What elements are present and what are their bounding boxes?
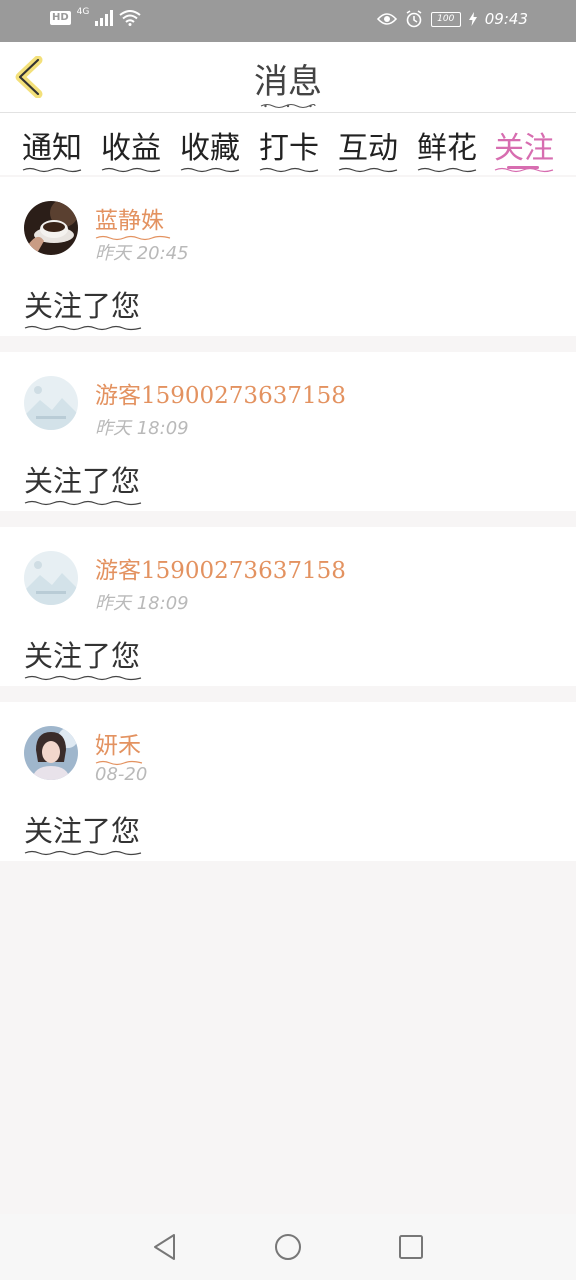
- status-bar: HD 4G 100 09:43: [0, 0, 576, 42]
- action-flourish: [24, 500, 142, 506]
- tab-flourish: [338, 167, 398, 173]
- tab-label: 通知: [22, 131, 82, 166]
- tab-flourish: [417, 167, 477, 173]
- eye-icon: [376, 13, 397, 25]
- title-flourish: [260, 103, 316, 109]
- action-text: 关注了您: [24, 458, 142, 506]
- username-text: 蓝静姝: [95, 208, 164, 234]
- tab-flowers[interactable]: 鲜花: [412, 123, 482, 173]
- action-label: 关注了您: [24, 639, 141, 673]
- circle-home-icon: [275, 1234, 301, 1260]
- square-recents-icon: [399, 1235, 423, 1259]
- tab-label: 收益: [101, 131, 161, 166]
- avatar[interactable]: [24, 551, 78, 605]
- signal-icon: [95, 10, 114, 26]
- action-text: 关注了您: [24, 808, 142, 856]
- message-card[interactable]: 游客15900273637158 昨天 18:09 关注了您: [0, 527, 576, 686]
- action-text: 关注了您: [24, 283, 142, 331]
- status-right: 100 09:43: [376, 10, 528, 28]
- tab-flourish: [180, 167, 240, 173]
- tab-interaction[interactable]: 互动: [333, 123, 403, 173]
- tab-earnings[interactable]: 收益: [96, 123, 166, 173]
- default-landscape-avatar-icon: [24, 551, 78, 605]
- username[interactable]: 游客15900273637158: [95, 376, 346, 410]
- alarm-icon: [406, 10, 422, 28]
- tab-label: 鲜花: [417, 131, 477, 166]
- active-tab-indicator: [507, 166, 539, 169]
- timestamp: 昨天 18:09: [95, 418, 189, 439]
- status-left: HD 4G: [50, 7, 141, 26]
- portrait-photo-icon: [24, 726, 78, 780]
- message-card[interactable]: 妍禾 08-20 关注了您: [0, 702, 576, 861]
- action-flourish: [24, 675, 142, 681]
- page-title: 消息: [0, 54, 576, 109]
- tab-label: 收藏: [180, 131, 240, 166]
- tab-notice[interactable]: 通知: [17, 123, 87, 173]
- tab-flourish: [101, 167, 161, 173]
- battery-icon: 100: [430, 11, 461, 27]
- action-flourish: [24, 325, 142, 331]
- tab-label: 打卡: [259, 131, 319, 166]
- timestamp: 08-20: [95, 764, 148, 785]
- avatar[interactable]: [24, 201, 78, 255]
- nav-recents-button[interactable]: [396, 1232, 426, 1262]
- message-card[interactable]: 游客15900273637158 昨天 18:09 关注了您: [0, 352, 576, 511]
- message-card[interactable]: 蓝静姝 昨天 20:45 关注了您: [0, 177, 576, 336]
- wifi-icon: [119, 10, 141, 26]
- timestamp: 昨天 18:09: [95, 593, 189, 614]
- action-label: 关注了您: [24, 289, 141, 323]
- avatar[interactable]: [24, 726, 78, 780]
- nav-back-button[interactable]: [150, 1232, 180, 1262]
- tab-favorites[interactable]: 收藏: [175, 123, 245, 173]
- network-type: 4G: [76, 7, 90, 17]
- hd-badge: HD: [50, 11, 71, 25]
- username[interactable]: 妍禾: [95, 726, 143, 766]
- tab-bar: 通知 收益 收藏 打卡 互动 鲜花 关注: [0, 113, 576, 175]
- tab-label: 互动: [338, 131, 398, 166]
- tab-label: 关注: [494, 131, 554, 166]
- tab-flourish: [22, 167, 82, 173]
- action-label: 关注了您: [24, 814, 141, 848]
- nav-home-button[interactable]: [273, 1232, 303, 1262]
- triangle-back-icon: [154, 1234, 175, 1260]
- default-landscape-avatar-icon: [24, 376, 78, 430]
- header: 消息: [0, 42, 576, 113]
- action-label: 关注了您: [24, 464, 141, 498]
- system-nav-bar: [0, 1214, 576, 1280]
- username[interactable]: 蓝静姝: [95, 201, 171, 241]
- username-text: 游客15900273637158: [95, 558, 346, 584]
- charging-icon: [468, 12, 477, 26]
- action-flourish: [24, 850, 142, 856]
- timestamp: 昨天 20:45: [95, 243, 189, 264]
- username-text: 游客15900273637158: [95, 383, 346, 409]
- username-text: 妍禾: [95, 733, 141, 759]
- tab-checkin[interactable]: 打卡: [254, 123, 324, 173]
- coffee-cup-icon: [24, 201, 78, 255]
- action-text: 关注了您: [24, 633, 142, 681]
- username[interactable]: 游客15900273637158: [95, 551, 346, 585]
- tab-flourish: [259, 167, 319, 173]
- page-title-text: 消息: [254, 62, 322, 102]
- clock: 09:43: [484, 10, 528, 28]
- avatar[interactable]: [24, 376, 78, 430]
